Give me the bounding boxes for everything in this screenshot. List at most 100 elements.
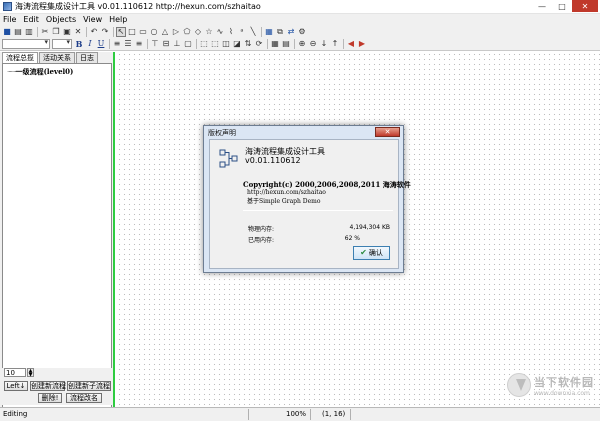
panel-tabs: 流程总揽 活动关系 日志 xyxy=(2,52,99,63)
snap-toggle-icon[interactable]: ▤ xyxy=(281,39,291,49)
physical-memory-label: 物理内存: xyxy=(248,226,275,233)
rectangle-tool-icon[interactable]: □ xyxy=(127,27,137,37)
ok-button[interactable]: ✔ 确认 xyxy=(353,246,390,260)
valign-top-icon[interactable]: ⊤ xyxy=(150,39,160,49)
frame-icon[interactable]: ▢ xyxy=(183,39,193,49)
toolbar-separator xyxy=(86,26,87,37)
delete-icon[interactable]: ✕ xyxy=(73,27,83,37)
grid-toggle-icon[interactable]: ▦ xyxy=(270,39,280,49)
font-size-combo[interactable] xyxy=(52,38,72,49)
italic-icon[interactable]: I xyxy=(85,39,95,49)
menu-edit[interactable]: Edit xyxy=(23,15,39,24)
group-icon[interactable]: ⬚ xyxy=(199,39,209,49)
ellipse-tool-icon[interactable]: ○ xyxy=(149,27,159,37)
zoom-row: 10 ▲ ▼ xyxy=(4,368,34,377)
property-icon[interactable]: ⚙ xyxy=(297,27,307,37)
minimize-button[interactable]: — xyxy=(532,0,552,12)
flow-tree[interactable]: ·······一级流程(level0) xyxy=(2,63,112,415)
flip-icon[interactable]: ⇅ xyxy=(243,39,253,49)
status-divider xyxy=(350,409,351,420)
window-title: 海涛流程集成设计工具 v0.01.110612 http://hexun.com… xyxy=(15,2,261,11)
font-name-combo[interactable] xyxy=(2,38,50,49)
star-tool-icon[interactable]: ☆ xyxy=(204,27,214,37)
zoom-out-icon[interactable]: ⊖ xyxy=(308,39,318,49)
zoom-in-icon[interactable]: ⊕ xyxy=(297,39,307,49)
align-right-icon[interactable]: ≡ xyxy=(134,39,144,49)
ok-button-label: 确认 xyxy=(368,249,383,257)
valign-middle-icon[interactable]: ⊟ xyxy=(161,39,171,49)
menu-file[interactable]: File xyxy=(3,15,16,24)
arrow-right-icon[interactable]: ▶ xyxy=(357,39,367,49)
menu-view[interactable]: View xyxy=(83,15,102,24)
toolbar-main: ■ ▤ ▥ ✂ ❐ ▣ ✕ ↶ ↷ ↖ □ ▭ ○ △ ▷ ⬠ ◇ ☆ ∿ ⌇ … xyxy=(0,25,600,38)
link-tool-icon[interactable]: ⧉ xyxy=(275,27,285,37)
undo-icon[interactable]: ↶ xyxy=(89,27,99,37)
maximize-button[interactable]: □ xyxy=(552,0,572,12)
physical-memory-value: 4,194,304 KB xyxy=(349,224,391,231)
toolbar-separator xyxy=(113,26,114,37)
status-bar: Editing 100% (1, 16) xyxy=(0,407,600,421)
bring-front-icon[interactable]: ◫ xyxy=(221,39,231,49)
ungroup-icon[interactable]: ⬚ xyxy=(210,39,220,49)
diamond-tool-icon[interactable]: ◇ xyxy=(193,27,203,37)
right-triangle-tool-icon[interactable]: ▷ xyxy=(171,27,181,37)
copy-icon[interactable]: ❐ xyxy=(51,27,61,37)
left-button[interactable]: Left↓ xyxy=(4,381,28,391)
paste-icon[interactable]: ▣ xyxy=(62,27,72,37)
create-subflow-button[interactable]: 创建新子流程 xyxy=(67,381,111,391)
align-center-icon[interactable]: ☰ xyxy=(123,39,133,49)
send-back-icon[interactable]: ◪ xyxy=(232,39,242,49)
rotate-icon[interactable]: ⟳ xyxy=(254,39,264,49)
toolbar-separator xyxy=(294,39,295,49)
tree-item-level0[interactable]: ·······一级流程(level0) xyxy=(7,67,73,77)
used-memory-label: 已用内存: xyxy=(248,237,275,244)
zoom-spinner[interactable]: ▲ ▼ xyxy=(27,368,34,377)
tab-flow-overview[interactable]: 流程总揽 xyxy=(2,52,38,63)
title-bar: 海涛流程集成设计工具 v0.01.110612 http://hexun.com… xyxy=(0,0,600,14)
rename-flow-button[interactable]: 流程改名 xyxy=(66,393,102,403)
redo-icon[interactable]: ↷ xyxy=(100,27,110,37)
triangle-tool-icon[interactable]: △ xyxy=(160,27,170,37)
menu-objects[interactable]: Objects xyxy=(46,15,76,24)
rounded-rect-tool-icon[interactable]: ▭ xyxy=(138,27,148,37)
print-icon[interactable]: ▤ xyxy=(13,27,23,37)
valign-bottom-icon[interactable]: ⊥ xyxy=(172,39,182,49)
move-up-icon[interactable]: ↑ xyxy=(330,39,340,49)
toolbar-separator xyxy=(267,39,268,49)
select-pointer-icon[interactable]: ↖ xyxy=(116,26,126,37)
menu-help[interactable]: Help xyxy=(109,15,127,24)
arrow-left-icon[interactable]: ◀ xyxy=(346,39,356,49)
left-panel: 流程总揽 活动关系 日志 ·······一级流程(level0) xyxy=(0,52,115,415)
bold-icon[interactable]: B xyxy=(74,39,84,49)
check-icon: ✔ xyxy=(360,248,367,257)
used-memory-value: 62 % xyxy=(344,235,360,242)
delete-flow-button[interactable]: 删除! xyxy=(38,393,62,403)
line-tool-icon[interactable]: ╲ xyxy=(248,27,258,37)
underline-icon[interactable]: U xyxy=(96,39,106,49)
image-tool-icon[interactable]: ▦ xyxy=(264,27,274,37)
dialog-divider xyxy=(243,210,393,211)
print-preview-icon[interactable]: ▥ xyxy=(24,27,34,37)
text-tool-icon[interactable]: ᵃ xyxy=(237,27,247,37)
polyline-tool-icon[interactable]: ∿ xyxy=(215,27,225,37)
zoom-input[interactable]: 10 xyxy=(4,368,26,377)
spin-down-icon[interactable]: ▼ xyxy=(29,372,33,377)
move-down-icon[interactable]: ↓ xyxy=(319,39,329,49)
dialog-close-button[interactable]: ✕ xyxy=(375,127,400,137)
align-left-icon[interactable]: ≡ xyxy=(112,39,122,49)
save-icon[interactable]: ■ xyxy=(2,27,12,37)
window-controls: — □ ✕ xyxy=(532,0,598,12)
tab-log[interactable]: 日志 xyxy=(76,52,98,63)
bezier-tool-icon[interactable]: ⌇ xyxy=(226,27,236,37)
pentagon-tool-icon[interactable]: ⬠ xyxy=(182,27,192,37)
tree-connector: ······· xyxy=(7,68,17,76)
tab-activity-relations[interactable]: 活动关系 xyxy=(39,52,75,63)
connect-tool-icon[interactable]: ⇄ xyxy=(286,27,296,37)
app-logo-icon xyxy=(219,149,238,168)
cut-icon[interactable]: ✂ xyxy=(40,27,50,37)
close-button[interactable]: ✕ xyxy=(572,0,598,12)
toolbar-separator xyxy=(109,39,110,49)
create-flow-button[interactable]: 创建新流程 xyxy=(30,381,66,391)
watermark-line2: www.downxia.com xyxy=(534,389,590,397)
dialog-url: http://hexun.com/szhaitao xyxy=(247,189,326,196)
